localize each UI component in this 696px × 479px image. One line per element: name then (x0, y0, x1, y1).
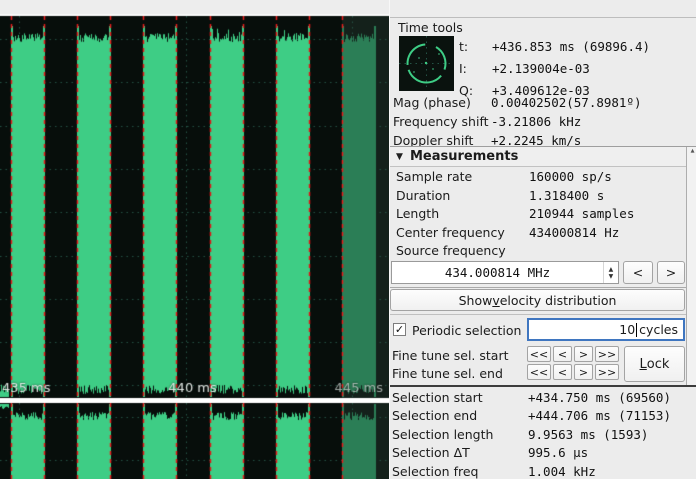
right-panel: Time tools t: +436.853 ms (69896.4) I: +… (389, 0, 696, 479)
text-cursor (636, 323, 637, 337)
fine-start-fast-forward-button[interactable]: >> (595, 346, 619, 362)
lock-button[interactable]: Lock (624, 346, 685, 382)
source-frequency-label: Source frequency (396, 243, 506, 258)
separator-line (390, 287, 696, 288)
time-tools-title: Time tools (398, 20, 463, 35)
fine-end-back-button[interactable]: < (553, 364, 572, 380)
measurements-header-label: Measurements (410, 149, 518, 164)
selection-start-label: Selection start (392, 390, 483, 405)
iq-constellation-icon (399, 36, 454, 91)
mag-phase-value: 0.00402502(57.8981º) (491, 95, 642, 110)
collapse-triangle-icon: ▼ (396, 152, 403, 162)
t-value: +436.853 ms (69896.4) (492, 39, 650, 54)
fine-tune-start-label: Fine tune sel. start (392, 348, 509, 363)
length-label: Length (396, 206, 439, 221)
duration-value: 1.318400 s (529, 188, 604, 203)
periodic-selection-checkbox[interactable]: ✓ (393, 323, 406, 336)
separator-line-2 (390, 314, 696, 315)
fine-start-back-button[interactable]: < (553, 346, 572, 362)
lock-button-text: ock (647, 357, 670, 372)
selection-length-value: 9.9563 ms (1593) (528, 427, 648, 442)
fine-start-forward-button[interactable]: > (574, 346, 593, 362)
mag-phase-label: Mag (phase) (393, 95, 471, 110)
selection-end-value: +444.706 ms (71153) (528, 408, 671, 423)
lock-button-mnemonic: L (640, 357, 647, 372)
center-frequency-value: 434000814 Hz (529, 225, 619, 240)
fine-start-fast-back-button[interactable]: << (527, 346, 551, 362)
selection-freq-label: Selection freq (392, 464, 478, 479)
spin-down-icon[interactable]: ▼ (609, 273, 614, 280)
waveform-canvas[interactable] (0, 0, 389, 479)
frequency-spinbox[interactable]: 434.000814 MHz ▲ ▼ (391, 261, 619, 284)
sample-rate-label: Sample rate (396, 169, 472, 184)
i-label: I: (459, 61, 467, 76)
i-value: +2.139004e-03 (492, 61, 590, 76)
fine-end-fast-back-button[interactable]: << (527, 364, 551, 380)
sample-rate-value: 160000 sp/s (529, 169, 612, 184)
frequency-spinbox-value: 434.000814 MHz (445, 265, 550, 280)
vertical-scrollbar[interactable]: ▲ (686, 147, 696, 385)
selection-freq-value: 1.004 kHz (528, 464, 596, 479)
velocity-button-text-pre: Show (459, 293, 493, 308)
selection-start-value: +434.750 ms (69560) (528, 390, 671, 405)
fine-end-forward-button[interactable]: > (574, 364, 593, 380)
measurements-header[interactable]: ▼ Measurements (390, 146, 696, 167)
length-value: 210944 samples (529, 206, 634, 221)
spinbox-arrows[interactable]: ▲ ▼ (603, 262, 618, 283)
checkmark-icon: ✓ (395, 323, 404, 336)
velocity-button-text-post: elocity distribution (500, 293, 617, 308)
show-velocity-distribution-button[interactable]: Show velocity distribution (390, 289, 685, 311)
frequency-shift-value: -3.21806 kHz (491, 114, 581, 129)
periodic-selection-label: Periodic selection (412, 323, 521, 338)
cycles-input[interactable]: 10 cycles (527, 318, 685, 341)
cycles-value: 10 (619, 322, 635, 337)
freq-prev-button[interactable]: < (623, 261, 653, 284)
selection-length-label: Selection length (392, 427, 493, 442)
selection-delta-t-value: 995.6 µs (528, 445, 588, 460)
frequency-shift-label: Frequency shift (393, 114, 489, 129)
selection-end-label: Selection end (392, 408, 477, 423)
fine-tune-end-label: Fine tune sel. end (392, 366, 503, 381)
duration-label: Duration (396, 188, 450, 203)
time-tools-group-border (390, 17, 696, 18)
velocity-button-mnemonic: v (492, 293, 499, 308)
center-frequency-label: Center frequency (396, 225, 505, 240)
cycles-suffix: cycles (639, 322, 678, 337)
scrollbar-up-icon[interactable]: ▲ (688, 148, 696, 154)
selection-delta-t-label: Selection ΔT (392, 445, 470, 460)
t-label: t: (459, 39, 468, 54)
app-window: Time tools t: +436.853 ms (69896.4) I: +… (0, 0, 696, 479)
section-divider (390, 385, 696, 387)
fine-end-fast-forward-button[interactable]: >> (595, 364, 619, 380)
spin-up-icon[interactable]: ▲ (609, 266, 614, 273)
freq-next-button[interactable]: > (657, 261, 685, 284)
